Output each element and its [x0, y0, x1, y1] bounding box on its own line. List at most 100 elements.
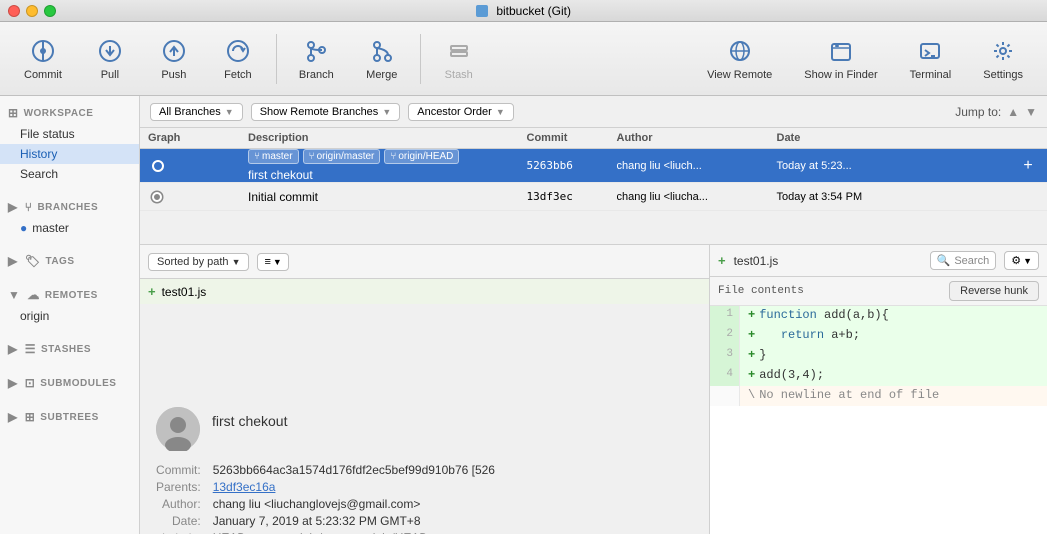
diff-settings-button[interactable]: ⚙ ▼ — [1004, 251, 1039, 270]
fetch-label: Fetch — [224, 69, 252, 81]
tags-label: TAGS — [45, 256, 74, 267]
pull-button[interactable]: Pull — [80, 31, 140, 87]
remotes-label: REMOTES — [45, 290, 98, 301]
ancestor-order-arrow: ▼ — [496, 107, 505, 117]
branch-section-icon: ⑂ — [25, 200, 33, 214]
diff-header: + test01.js 🔍 Search ⚙ ▼ — [710, 245, 1047, 277]
parents-meta-label: Parents: — [156, 480, 201, 494]
fetch-button[interactable]: Fetch — [208, 31, 268, 87]
sidebar-item-file-status[interactable]: File status — [0, 124, 139, 144]
minimize-button[interactable] — [26, 5, 38, 17]
branches-expand-icon[interactable]: ▶ — [8, 200, 18, 214]
push-icon — [160, 37, 188, 65]
settings-button[interactable]: Settings — [969, 31, 1037, 87]
list-view-button[interactable]: ≡ ▼ — [257, 253, 288, 271]
maximize-button[interactable] — [44, 5, 56, 17]
submodules-section: ▶ ⊡ SUBMODULES — [0, 366, 139, 400]
diff-search-placeholder: Search — [954, 255, 989, 267]
parents-meta-value[interactable]: 13df3ec16a — [213, 480, 693, 494]
row-commit-2: 13df3ec — [519, 190, 609, 203]
diff-line: 1 +function add(a,b){ — [710, 306, 1047, 326]
merge-button[interactable]: Merge — [352, 31, 412, 87]
remotes-section: ▼ ☁ REMOTES origin — [0, 278, 139, 332]
submodules-header: ▶ ⊡ SUBMODULES — [0, 372, 139, 394]
diff-search[interactable]: 🔍 Search — [930, 251, 997, 270]
close-button[interactable] — [8, 5, 20, 17]
branch-button[interactable]: Branch — [285, 31, 348, 87]
merge-label: Merge — [366, 69, 397, 81]
ancestor-order-select[interactable]: Ancestor Order ▼ — [408, 103, 514, 121]
show-in-finder-button[interactable]: Show in Finder — [790, 31, 891, 87]
settings-icon — [989, 37, 1017, 65]
labels-meta-label: Labels: — [156, 531, 201, 534]
row-date-1: Today at 5:23... + — [769, 155, 1047, 177]
list-item[interactable]: + test01.js — [140, 279, 709, 305]
col-graph-header: Graph — [140, 132, 240, 144]
sidebar: ⊞ WORKSPACE File status History Search ▶… — [0, 96, 140, 534]
sidebar-item-master[interactable]: ● master — [0, 218, 139, 238]
sidebar-item-origin[interactable]: origin — [0, 306, 139, 326]
diff-plus-icon: + — [748, 308, 755, 322]
stashes-expand-icon[interactable]: ▶ — [8, 342, 18, 356]
ancestor-order-label: Ancestor Order — [417, 106, 492, 118]
commit-header: first chekout — [156, 407, 693, 451]
jump-to-label: Jump to: — [955, 105, 1001, 119]
row-author-1: chang liu <liuch... — [609, 160, 769, 172]
row-graph-1 — [140, 160, 240, 172]
jump-up-icon[interactable]: ▲ — [1007, 105, 1019, 119]
subtrees-expand-icon[interactable]: ▶ — [8, 410, 18, 424]
jump-down-icon[interactable]: ▼ — [1025, 105, 1037, 119]
commit-title: first chekout — [212, 413, 287, 429]
main-layout: ⊞ WORKSPACE File status History Search ▶… — [0, 96, 1047, 534]
tags-header: ▶ 🏷 TAGS — [0, 250, 139, 272]
add-commit-button[interactable]: + — [1017, 155, 1039, 177]
tags-expand-icon[interactable]: ▶ — [8, 254, 18, 268]
sidebar-item-search[interactable]: Search — [0, 164, 139, 184]
remotes-expand-icon[interactable]: ▼ — [8, 288, 20, 302]
labels-meta-value: HEAD master origin/master origin/HEAD — [213, 531, 693, 534]
window-controls[interactable] — [8, 5, 56, 17]
sidebar-item-history[interactable]: History — [0, 144, 139, 164]
diff-plus-icon: + — [748, 328, 755, 342]
tag-section-icon: 🏷 — [25, 254, 41, 268]
show-in-finder-label: Show in Finder — [804, 69, 877, 81]
push-button[interactable]: Push — [144, 31, 204, 87]
diff-line-num — [710, 386, 740, 406]
sort-by-path-button[interactable]: Sorted by path ▼ — [148, 253, 249, 271]
file-list: + test01.js — [140, 279, 709, 395]
commit-meta: Commit: 5263bb664ac3a1574d176fdf2ec5bef9… — [156, 463, 693, 534]
show-remote-branches-select[interactable]: Show Remote Branches ▼ — [251, 103, 401, 121]
col-date-header: Date — [769, 132, 1047, 144]
submodules-expand-icon[interactable]: ▶ — [8, 376, 18, 390]
subtree-section-icon: ⊞ — [25, 410, 36, 424]
diff-line-content: +} — [740, 346, 1047, 366]
stash-section-icon: ☰ — [25, 342, 36, 356]
diff-line: \No newline at end of file — [710, 386, 1047, 406]
commit-button[interactable]: Commit — [10, 31, 76, 87]
pull-icon — [96, 37, 124, 65]
view-remote-button[interactable]: View Remote — [693, 31, 786, 87]
row-commit-1: 5263bb6 — [519, 159, 609, 172]
col-desc-header: Description — [240, 132, 519, 144]
diff-line: 3 +} — [710, 346, 1047, 366]
stash-label: Stash — [445, 69, 473, 81]
view-remote-label: View Remote — [707, 69, 772, 81]
table-row[interactable]: Initial commit 13df3ec chang liu <liucha… — [140, 183, 1047, 211]
origin-label: origin — [20, 309, 49, 323]
search-label: Search — [20, 167, 58, 181]
branch-icon — [302, 37, 330, 65]
graph-dot-2 — [152, 192, 162, 202]
reverse-hunk-button[interactable]: Reverse hunk — [949, 281, 1039, 301]
branch-label: Branch — [299, 69, 334, 81]
submodule-section-icon: ⊡ — [25, 376, 36, 390]
content-area: All Branches ▼ Show Remote Branches ▼ An… — [140, 96, 1047, 534]
history-label: History — [20, 147, 57, 161]
diff-actions: 🔍 Search ⚙ ▼ — [930, 251, 1039, 270]
branch-bar: All Branches ▼ Show Remote Branches ▼ An… — [140, 96, 1047, 128]
stash-button[interactable]: Stash — [429, 31, 489, 87]
terminal-button[interactable]: Terminal — [896, 31, 966, 87]
all-branches-select[interactable]: All Branches ▼ — [150, 103, 243, 121]
diff-line-num: 2 — [710, 326, 740, 346]
table-row[interactable]: ⑂ master ⑂ origin/master ⑂ origin/HEAD f… — [140, 149, 1047, 183]
fetch-icon — [224, 37, 252, 65]
